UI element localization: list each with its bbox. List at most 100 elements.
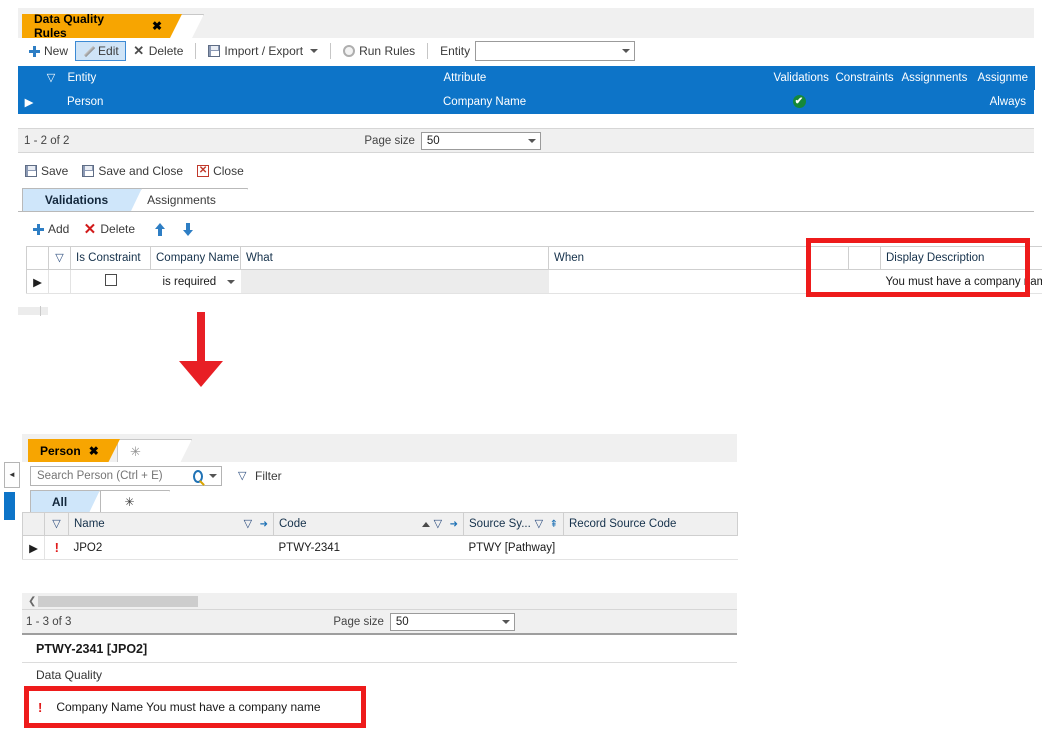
delete-validation-button[interactable]: ✕ Delete <box>76 219 142 239</box>
edit-button[interactable]: Edit <box>75 41 126 61</box>
rules-col-validations[interactable]: Validations <box>768 66 831 90</box>
person-hscrollbar[interactable]: ❮ <box>22 593 737 609</box>
filter-icon[interactable]: ▽ <box>535 518 547 530</box>
rules-col-assignme[interactable]: Assignme <box>972 66 1035 90</box>
pin-icon[interactable]: ⇞ <box>550 519 558 530</box>
cell-when[interactable] <box>548 269 849 294</box>
cell-source-system: PTWY [Pathway] <box>463 535 564 560</box>
val-col-when[interactable]: When <box>548 246 849 270</box>
cell-attribute: Company Name <box>438 89 768 114</box>
filter-icon[interactable]: ▽ <box>244 518 256 530</box>
filter-icon: ▽ <box>52 518 61 530</box>
cell-code: PTWY-2341 <box>273 535 464 560</box>
grid-footer-divider <box>40 306 41 316</box>
chevron-down-icon[interactable] <box>209 474 217 478</box>
table-row[interactable]: ▶ ! JPO2 PTWY-2341 PTWY [Pathway] <box>22 535 738 560</box>
filter-button[interactable]: ▽ Filter <box>238 469 282 483</box>
person-grid-table: ▽ Name ▽ ➜ Code ▽ ➜ Source Sy... ▽ ⇞ Rec… <box>22 512 738 560</box>
val-col-what[interactable]: What <box>240 246 549 270</box>
run-rules-label: Run Rules <box>359 44 416 58</box>
cell-company-name[interactable]: is required <box>150 269 241 294</box>
person-detail-title: PTWY-2341 [JPO2] <box>22 636 737 663</box>
person-page-size-value: 50 <box>395 615 409 628</box>
pin-icon[interactable]: ➜ <box>260 519 268 530</box>
rules-col-constraints[interactable]: Constraints <box>830 66 897 90</box>
run-rules-button[interactable]: Run Rules <box>336 41 422 61</box>
tab-assignments[interactable]: Assignments <box>126 188 248 211</box>
toolbar-separator <box>330 43 332 59</box>
val-col-filter[interactable]: ▽ <box>48 246 71 270</box>
close-icon[interactable]: ✖ <box>152 20 162 32</box>
rules-page-size-select[interactable]: 50 <box>420 131 541 150</box>
cell-record-source-code <box>563 535 738 560</box>
view-tab-all[interactable]: All <box>30 490 100 513</box>
detail-tabstrip: Assignments Validations <box>18 188 1034 212</box>
close-button-label: Close <box>213 164 244 178</box>
save-button[interactable]: Save <box>18 161 75 181</box>
chevron-down-icon[interactable] <box>622 49 631 53</box>
person-col-source-system[interactable]: Source Sy... ▽ ⇞ <box>463 512 564 536</box>
chevron-down-icon[interactable] <box>527 138 536 143</box>
val-col-is-constraint[interactable]: Is Constraint <box>70 246 151 270</box>
arrow-head <box>179 361 223 387</box>
collapsed-panel-button[interactable]: ◄ <box>4 462 20 488</box>
val-col-company-name[interactable]: Company Name <box>150 246 241 270</box>
search-icon[interactable] <box>193 469 203 483</box>
company-name-value: is required <box>162 275 217 288</box>
save-and-close-button[interactable]: Save and Close <box>75 161 190 181</box>
rules-col-attribute[interactable]: Attribute <box>438 66 769 90</box>
new-button[interactable]: New <box>22 41 75 61</box>
is-constraint-checkbox[interactable] <box>104 274 117 286</box>
add-button[interactable]: Add <box>26 219 76 239</box>
scroll-left-arrow-icon[interactable]: ❮ <box>28 596 36 607</box>
cell-entity: Person <box>62 89 438 114</box>
person-col-code[interactable]: Code ▽ ➜ <box>273 512 464 536</box>
entity-select[interactable] <box>475 41 636 61</box>
cell-constraints <box>830 89 896 114</box>
person-search-row: ▽ Filter <box>22 462 737 490</box>
arrow-shaft <box>197 312 205 364</box>
close-box-icon: ✕ <box>197 165 210 177</box>
rules-col-filter[interactable]: ▽ <box>40 66 63 90</box>
delete-button[interactable]: ✕ Delete <box>126 41 191 61</box>
person-col-filter[interactable]: ▽ <box>44 512 69 536</box>
cell-what[interactable] <box>240 269 549 294</box>
view-tab-new[interactable]: ✳ <box>100 490 170 513</box>
diskette-icon <box>208 45 221 57</box>
person-col-name-label: Name <box>74 518 105 530</box>
tab-validations[interactable]: Validations <box>22 188 142 211</box>
cell-assignme: Always <box>972 89 1034 114</box>
move-down-button[interactable] <box>176 219 200 239</box>
scroll-thumb[interactable] <box>38 595 199 607</box>
person-col-name[interactable]: Name ▽ ➜ <box>68 512 274 536</box>
close-icon[interactable]: ✖ <box>89 445 99 457</box>
chevron-left-icon: ◄ <box>8 470 16 479</box>
row-cursor: ▶ <box>22 535 45 560</box>
person-tab[interactable]: Person ✖ <box>28 439 120 463</box>
person-tab-new[interactable]: ✳ <box>117 439 192 463</box>
chevron-down-icon[interactable] <box>226 279 235 284</box>
cell-is-constraint[interactable] <box>70 269 151 294</box>
table-row[interactable]: ▶ Person Company Name ✔ Always <box>18 89 1034 114</box>
chevron-down-icon[interactable] <box>310 49 319 53</box>
red-cross-icon: ✕ <box>83 220 97 238</box>
view-tab-all-label: All <box>51 495 68 509</box>
pin-icon[interactable]: ➜ <box>450 519 458 530</box>
filter-icon[interactable]: ▽ <box>434 518 446 530</box>
active-panel-indicator[interactable] <box>4 492 15 520</box>
person-page-size-select[interactable]: 50 <box>389 612 515 631</box>
rules-col-entity[interactable]: Entity <box>62 66 439 90</box>
import-export-button[interactable]: Import / Export <box>201 41 325 61</box>
rules-tab-data-quality-rules[interactable]: Data Quality Rules ✖ <box>22 14 182 38</box>
edit-button-label: Edit <box>98 44 119 58</box>
search-input[interactable] <box>35 469 193 483</box>
close-button[interactable]: ✕ Close <box>190 161 251 181</box>
move-up-button[interactable] <box>148 219 172 239</box>
toolbar-separator <box>195 43 197 59</box>
search-input-wrapper[interactable] <box>30 466 222 486</box>
chevron-down-icon[interactable] <box>501 619 510 624</box>
rules-col-assignments[interactable]: Assignments <box>896 66 973 90</box>
entity-label-text: Entity <box>440 44 471 58</box>
sort-ascending-icon[interactable] <box>421 521 430 527</box>
person-col-record-source-code[interactable]: Record Source Code <box>563 512 738 536</box>
